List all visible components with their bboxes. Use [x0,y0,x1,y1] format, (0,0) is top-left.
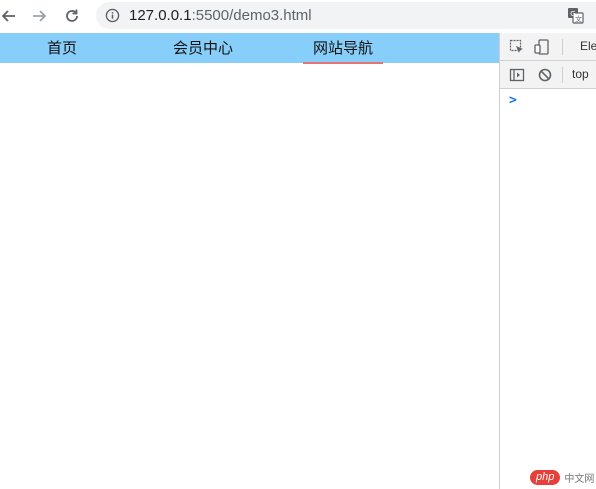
console-toolbar: top [500,61,596,89]
devtools-tab-bar: Ele [500,33,596,61]
site-nav: 首页 会员中心 网站导航 [0,33,499,64]
nav-item-site-navigation[interactable]: 网站导航 [303,33,383,64]
show-sidebar-icon[interactable] [509,67,525,83]
browser-toolbar: 127.0.0.1:5500/demo3.html G文 [0,0,596,33]
nav-item-member-center[interactable]: 会员中心 [165,33,241,63]
arrow-left-icon [0,8,16,24]
address-bar[interactable]: 127.0.0.1:5500/demo3.html G文 [96,2,596,29]
watermark-logo: php [530,470,561,485]
url-host: 127.0.0.1 [129,7,192,24]
svg-text:文: 文 [575,15,582,24]
devtools-panel: Ele top > [499,33,596,489]
device-toolbar-icon[interactable] [534,39,550,55]
back-button[interactable] [0,4,20,28]
clear-console-icon[interactable] [537,67,553,83]
forward-button[interactable] [28,4,52,28]
watermark-text: 中文网 [564,474,595,485]
reload-icon [64,8,80,24]
toolbar-divider [562,67,563,83]
translate-icon[interactable]: G文 [567,7,584,24]
url-path: :5500/demo3.html [191,7,312,24]
web-page: 首页 会员中心 网站导航 [0,33,499,489]
url-text[interactable]: 127.0.0.1:5500/demo3.html [129,2,312,29]
watermark: php 中文网 [530,470,594,485]
nav-item-home[interactable]: 首页 [36,33,88,63]
inspect-element-icon[interactable] [509,39,525,55]
context-selector[interactable]: top [572,61,589,88]
arrow-right-icon [32,8,48,24]
toolbar-divider [562,39,563,55]
reload-button[interactable] [60,4,84,28]
tab-elements[interactable]: Ele [580,33,596,60]
console-prompt[interactable]: > [509,93,517,108]
info-icon[interactable] [105,8,120,23]
